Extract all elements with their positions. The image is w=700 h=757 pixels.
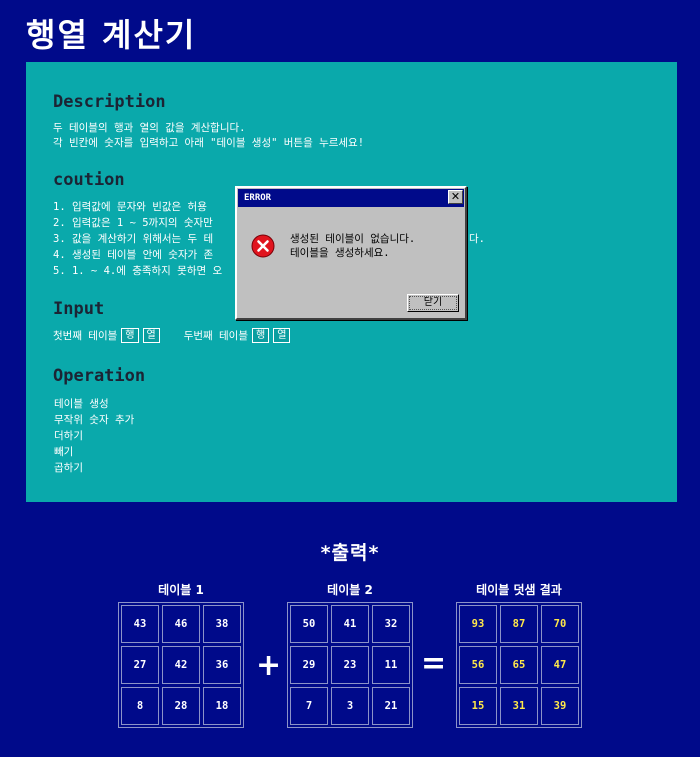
description-line: 두 테이블의 행과 열의 값을 계산합니다. [53,122,246,134]
add-button[interactable]: 더하기 [54,428,83,443]
dialog-title: ERROR [244,193,272,203]
first-table-label: 첫번째 테이블 [53,330,118,342]
app-title: 행열 계산기 [26,16,197,54]
random-numbers-button[interactable]: 무작위 숫자 추가 [54,412,134,427]
caution-line: 5. 1. ~ 4.에 충족하지 못하면 오 [53,265,223,277]
first-table-row-button[interactable]: 행 [121,328,139,343]
table-cell: 50 [290,605,328,643]
table-cell: 70 [541,605,579,643]
table1-label: 테이블 1 [158,583,204,597]
dialog-close-button[interactable]: ✕ [448,190,463,204]
second-table-col-button[interactable]: 열 [273,328,291,343]
table-cell: 11 [372,646,410,684]
caution-line-fragment: 다. [469,233,485,245]
table-cell: 41 [331,605,369,643]
table-cell: 18 [203,687,241,725]
caution-line: 2. 입력값은 1 ~ 5까지의 숫자만 [53,217,213,229]
table-cell: 46 [162,605,200,643]
table-cell: 43 [121,605,159,643]
table-cell: 3 [331,687,369,725]
table-cell: 39 [541,687,579,725]
table1-grid: 43 46 38 27 42 36 8 28 18 [118,602,244,728]
table-cell: 36 [203,646,241,684]
equals-sign: = [421,646,447,681]
second-table-label: 두번째 테이블 [183,330,248,342]
create-table-button[interactable]: 테이블 생성 [54,396,109,411]
dialog-ok-button[interactable]: 닫기 [407,294,459,312]
table-cell: 38 [203,605,241,643]
result-table-label: 테이블 덧샘 결과 [476,583,562,597]
table-cell: 56 [459,646,497,684]
table-cell: 65 [500,646,538,684]
plus-sign: + [256,648,282,683]
table-cell: 29 [290,646,328,684]
dialog-titlebar: ERROR [238,189,464,207]
caution-line: 3. 값을 계산하기 위해서는 두 테 [53,233,214,245]
result-grid: 93 87 70 56 65 47 15 31 39 [456,602,582,728]
output-title: *출력* [320,542,380,564]
first-table-col-button[interactable]: 열 [142,328,160,343]
table-cell: 8 [121,687,159,725]
description-heading: Description [53,92,166,112]
table-cell: 42 [162,646,200,684]
table-cell: 15 [459,687,497,725]
error-dialog: ERROR ✕ 생성된 테이블이 없습니다. 테이블을 생성하세요. 닫기 [235,186,467,320]
table-cell: 87 [500,605,538,643]
table2-label: 테이블 2 [327,583,373,597]
subtract-button[interactable]: 빼기 [54,444,73,459]
multiply-button[interactable]: 곱하기 [54,460,83,475]
error-icon [251,234,275,258]
dialog-message-line: 테이블을 생성하세요. [290,247,390,259]
table-cell: 93 [459,605,497,643]
caution-heading: coution [53,170,125,190]
input-row: 첫번째 테이블 행 열 두번째 테이블 행 열 [53,328,291,343]
table-cell: 32 [372,605,410,643]
operation-heading: Operation [53,366,146,386]
dialog-message-line: 생성된 테이블이 없습니다. [290,233,416,245]
description-line: 각 빈칸에 숫자를 입력하고 아래 "테이블 생성" 버튼을 누르세요! [53,137,365,149]
input-heading: Input [53,299,105,319]
table-cell: 7 [290,687,328,725]
close-icon: ✕ [450,190,461,203]
table-cell: 47 [541,646,579,684]
dialog-message: 생성된 테이블이 없습니다. 테이블을 생성하세요. [290,232,415,260]
table2-grid: 50 41 32 29 23 11 7 3 21 [287,602,413,728]
table-cell: 21 [372,687,410,725]
second-table-row-button[interactable]: 행 [252,328,270,343]
caution-line: 4. 생성된 테이블 안에 숫자가 존 [53,249,214,261]
table-cell: 28 [162,687,200,725]
table-cell: 23 [331,646,369,684]
caution-line: 1. 입력값에 문자와 빈값은 허용 [53,201,207,213]
table-cell: 27 [121,646,159,684]
table-cell: 31 [500,687,538,725]
